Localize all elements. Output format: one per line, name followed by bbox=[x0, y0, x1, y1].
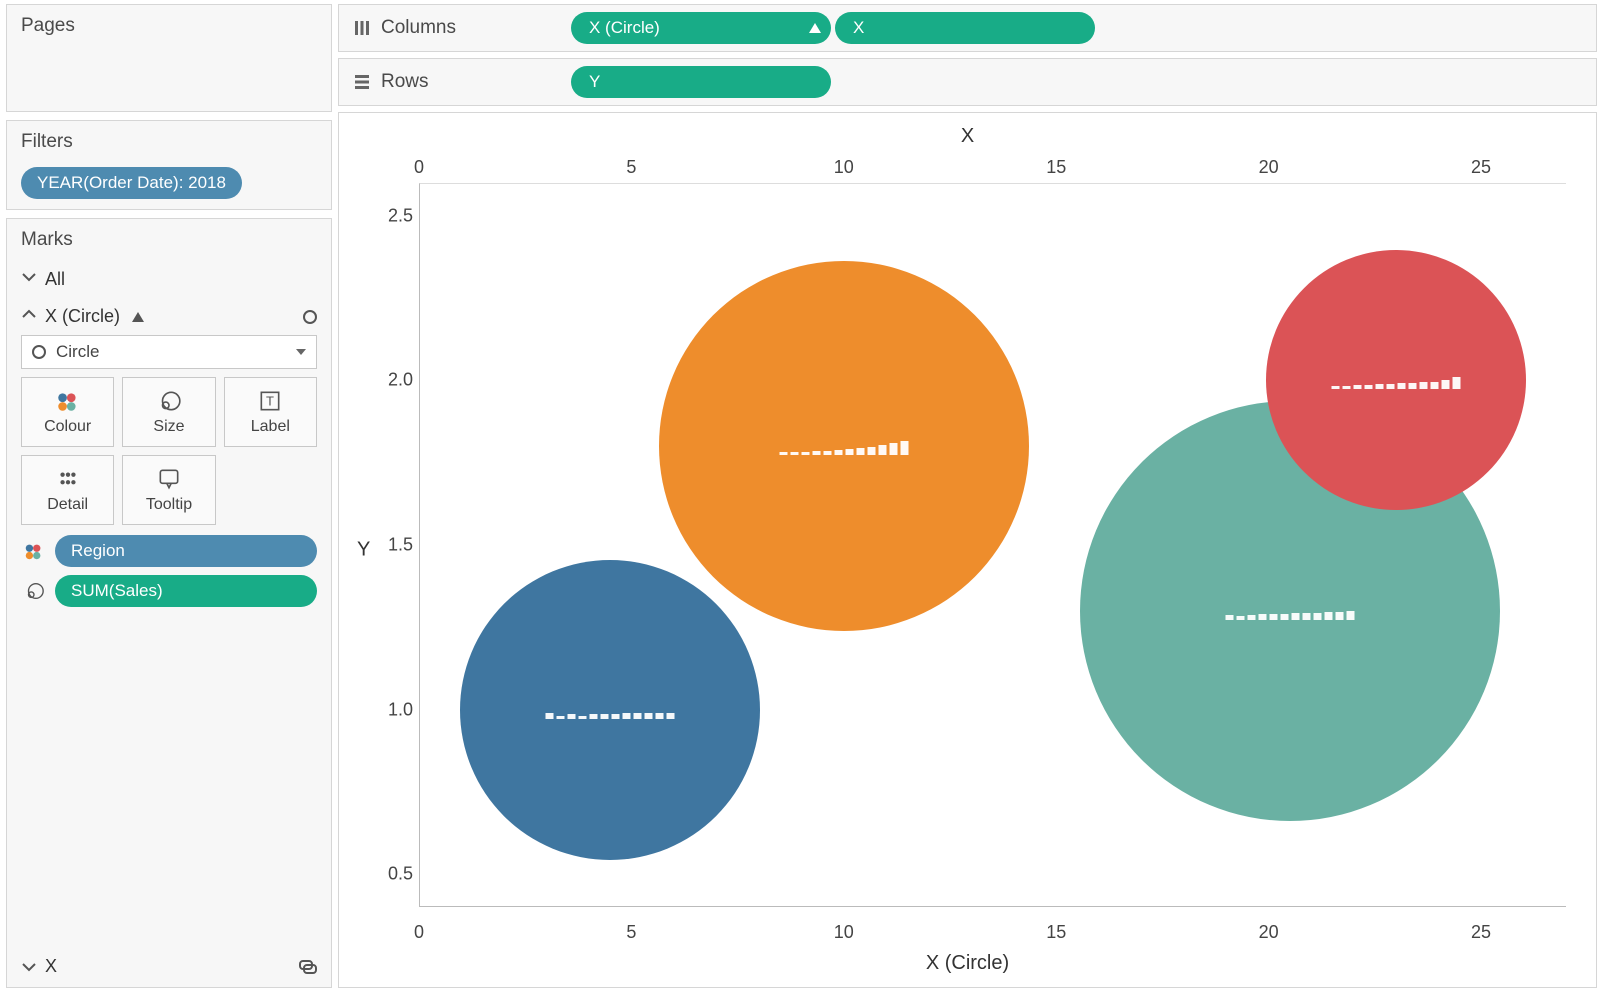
pages-card: Pages bbox=[6, 4, 332, 112]
rows-pill-y[interactable]: Y bbox=[571, 66, 831, 98]
marks-card: Marks All X (Circle) Circle bbox=[6, 218, 332, 988]
caret-down-icon bbox=[296, 349, 306, 355]
detail-button[interactable]: Detail bbox=[21, 455, 114, 525]
marks-all-row[interactable]: All bbox=[21, 261, 317, 298]
y-tick: 2.0 bbox=[379, 370, 413, 391]
nested-icon bbox=[299, 960, 317, 974]
columns-pill-x[interactable]: X bbox=[835, 12, 1095, 44]
marks-layer-label: X (Circle) bbox=[45, 306, 120, 327]
x-tick-top: 25 bbox=[1471, 157, 1491, 178]
region-pill[interactable]: Region bbox=[55, 535, 317, 567]
size-icon bbox=[21, 578, 47, 604]
tooltip-label: Tooltip bbox=[146, 496, 192, 514]
filters-card: Filters YEAR(Order Date): 2018 bbox=[6, 120, 332, 210]
label-icon: T bbox=[257, 388, 283, 414]
pages-title: Pages bbox=[21, 15, 317, 37]
pill-label: X (Circle) bbox=[589, 18, 660, 38]
x-tick-bottom: 25 bbox=[1471, 922, 1491, 943]
tooltip-button[interactable]: Tooltip bbox=[122, 455, 215, 525]
bubble-red[interactable] bbox=[1266, 250, 1526, 510]
bubble-blue[interactable] bbox=[460, 560, 760, 860]
columns-shelf[interactable]: Columns X (Circle) X bbox=[338, 4, 1597, 52]
x-tick-top: 10 bbox=[834, 157, 854, 178]
circle-icon bbox=[303, 310, 317, 324]
colour-button[interactable]: Colour bbox=[21, 377, 114, 447]
size-label: Size bbox=[153, 418, 184, 436]
columns-pill-xcircle[interactable]: X (Circle) bbox=[571, 12, 831, 44]
size-button[interactable]: Size bbox=[122, 377, 215, 447]
tooltip-icon bbox=[156, 466, 182, 492]
rows-shelf[interactable]: Rows Y bbox=[338, 58, 1597, 106]
marks-title: Marks bbox=[21, 229, 317, 251]
chevron-down-icon bbox=[21, 269, 37, 290]
filters-title: Filters bbox=[21, 131, 317, 153]
x-axis-top-title: X bbox=[961, 125, 974, 148]
marks-x-row[interactable]: X bbox=[21, 956, 57, 977]
columns-label: Columns bbox=[381, 17, 456, 39]
size-icon bbox=[156, 388, 182, 414]
y-tick: 0.5 bbox=[379, 864, 413, 885]
x-tick-bottom: 5 bbox=[626, 922, 636, 943]
columns-icon bbox=[353, 19, 371, 37]
circle-icon bbox=[32, 345, 46, 359]
x-tick-top: 5 bbox=[626, 157, 636, 178]
x-tick-bottom: 0 bbox=[414, 922, 424, 943]
mark-type-select[interactable]: Circle bbox=[21, 335, 317, 369]
colour-label: Colour bbox=[44, 418, 91, 436]
x-tick-top: 15 bbox=[1046, 157, 1066, 178]
x-axis-bottom-title: X (Circle) bbox=[926, 952, 1009, 975]
x-tick-bottom: 15 bbox=[1046, 922, 1066, 943]
detail-icon bbox=[55, 466, 81, 492]
x-tick-top: 20 bbox=[1259, 157, 1279, 178]
mark-type-label: Circle bbox=[56, 342, 99, 362]
chart-viz[interactable]: X X (Circle) Y 0.5 1.0 1.5 2.0 2.5 0 0 5 5 10 10 15… bbox=[338, 112, 1597, 988]
triangle-icon bbox=[809, 23, 821, 33]
x-tick-bottom: 20 bbox=[1259, 922, 1279, 943]
bubble-orange[interactable] bbox=[659, 261, 1029, 631]
y-tick: 1.0 bbox=[379, 699, 413, 720]
rows-label: Rows bbox=[381, 71, 429, 93]
svg-text:T: T bbox=[266, 393, 274, 408]
chevron-down-icon bbox=[21, 959, 37, 975]
sum-sales-pill[interactable]: SUM(Sales) bbox=[55, 575, 317, 607]
detail-label: Detail bbox=[47, 496, 88, 514]
filter-pill-year[interactable]: YEAR(Order Date): 2018 bbox=[21, 167, 242, 199]
rows-icon bbox=[353, 73, 371, 91]
label-button[interactable]: T Label bbox=[224, 377, 317, 447]
y-tick: 1.5 bbox=[379, 535, 413, 556]
marks-layer-row[interactable]: X (Circle) bbox=[21, 298, 317, 335]
marks-all-label: All bbox=[45, 269, 65, 290]
colour-icon bbox=[55, 388, 81, 414]
label-label: Label bbox=[251, 418, 290, 436]
triangle-icon bbox=[132, 312, 144, 322]
x-tick-top: 0 bbox=[414, 157, 424, 178]
x-tick-bottom: 10 bbox=[834, 922, 854, 943]
y-tick: 2.5 bbox=[379, 205, 413, 226]
colour-icon bbox=[21, 538, 47, 564]
y-axis-title: Y bbox=[357, 539, 370, 562]
chevron-up-icon bbox=[21, 306, 37, 327]
marks-x-label: X bbox=[45, 956, 57, 977]
